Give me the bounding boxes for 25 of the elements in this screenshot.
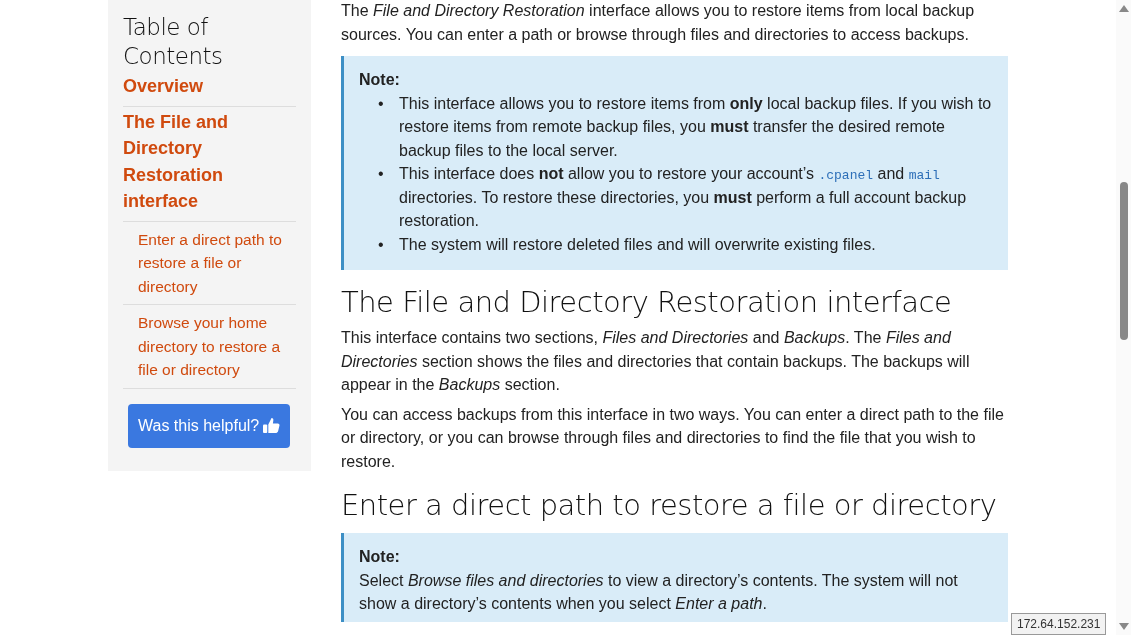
scroll-down-arrow-icon[interactable]	[1118, 623, 1129, 630]
thumbs-up-icon	[263, 417, 281, 434]
note-text: Select Browse files and directories to view a directory’s contents. The system will not show a directory’s contents when you select Enter a path.	[359, 571, 958, 612]
bullet-marker: •	[377, 234, 385, 255]
scroll-up-arrow-icon[interactable]	[1118, 5, 1129, 12]
note-bullet: This interface does not allow you to restore your account’s .cpanel and mail directories. To restore these directories, you must perform a full account backup restoration.	[399, 164, 968, 231]
paragraph: The File and Directory Restoration interface allows you to restore items from local backup sources. You can enter a path or browse through files and directories to access backups.	[341, 1, 976, 45]
paragraph: This interface contains two sections, Files and Directories and Backups. The Files and Directories section shows the files and directories that contain backups. The backups will appear in the Backups section.	[341, 328, 971, 395]
paragraph: You can access backups from this interface in two ways. You can enter a direct path to the file or directory, or you can browse through files and directories to find the file that you wish to restore.	[341, 404, 1005, 472]
toc-sublink[interactable]: Browse your home directory to restore a file or directory	[138, 311, 296, 382]
note-bullet: The system will restore deleted files and will overwrite existing files.	[399, 234, 876, 255]
sidebar-title: Table of Contents	[123, 13, 224, 71]
note-title: Note:	[359, 547, 401, 567]
toc-link[interactable]: The File and Directory Restoration interface	[123, 108, 296, 215]
toc-sublink[interactable]: Enter a direct path to restore a file or directory	[138, 227, 296, 298]
feedback-button[interactable]: Was this helpful?	[128, 403, 291, 448]
bullet-marker: •	[377, 93, 385, 114]
status-tooltip: 172.64.152.231	[1011, 613, 1107, 635]
note-bullet: This interface allows you to restore items from only local backup files. If you wish to restore items from remote backup files, you must transfer the desired remote backup files to the local server.	[399, 93, 993, 161]
note-title: Note:	[359, 70, 401, 90]
section-heading: The File and Directory Restoration interface	[341, 284, 953, 320]
scrollbar-thumb[interactable]	[1119, 182, 1128, 340]
toc-link[interactable]: Overview	[123, 73, 296, 100]
bullet-marker: •	[377, 164, 385, 184]
section-heading: Enter a direct path to restore a file or directory	[341, 487, 998, 523]
